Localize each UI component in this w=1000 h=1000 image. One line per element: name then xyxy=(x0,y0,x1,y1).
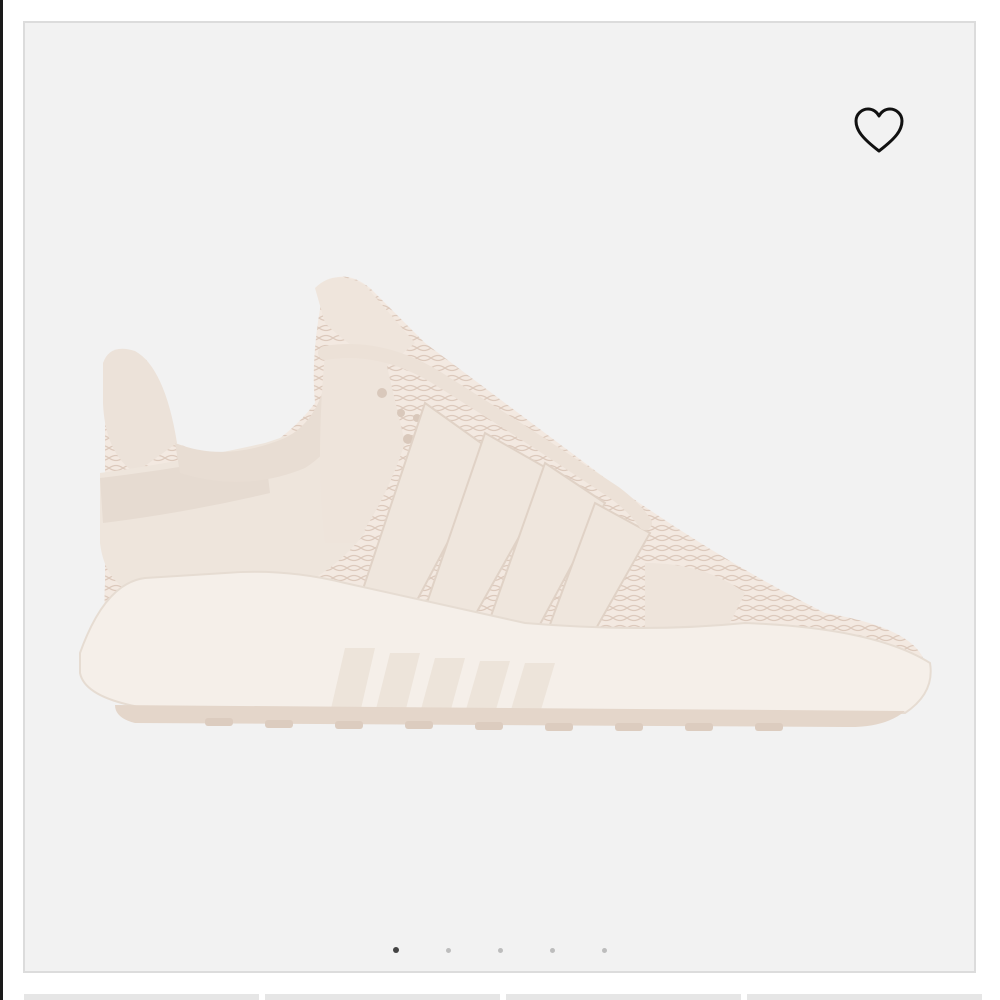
carousel-dot[interactable] xyxy=(601,947,607,953)
thumbnail-placeholder[interactable] xyxy=(265,994,500,1000)
carousel-dot[interactable] xyxy=(497,947,503,953)
thumbnail-placeholder[interactable] xyxy=(747,994,982,1000)
thumbnail-strip xyxy=(0,994,1000,1000)
heart-outline-icon xyxy=(854,107,904,153)
favorite-button[interactable] xyxy=(849,101,909,161)
carousel-dot[interactable] xyxy=(392,947,399,953)
carousel-pagination xyxy=(25,943,974,957)
thumbnail-placeholder[interactable] xyxy=(24,994,259,1000)
carousel-dot[interactable] xyxy=(549,947,555,953)
product-image[interactable] xyxy=(25,23,974,971)
left-border xyxy=(0,0,3,1000)
product-image-card[interactable] xyxy=(23,21,976,973)
carousel-dot[interactable] xyxy=(445,947,451,953)
thumbnail-placeholder[interactable] xyxy=(506,994,741,1000)
